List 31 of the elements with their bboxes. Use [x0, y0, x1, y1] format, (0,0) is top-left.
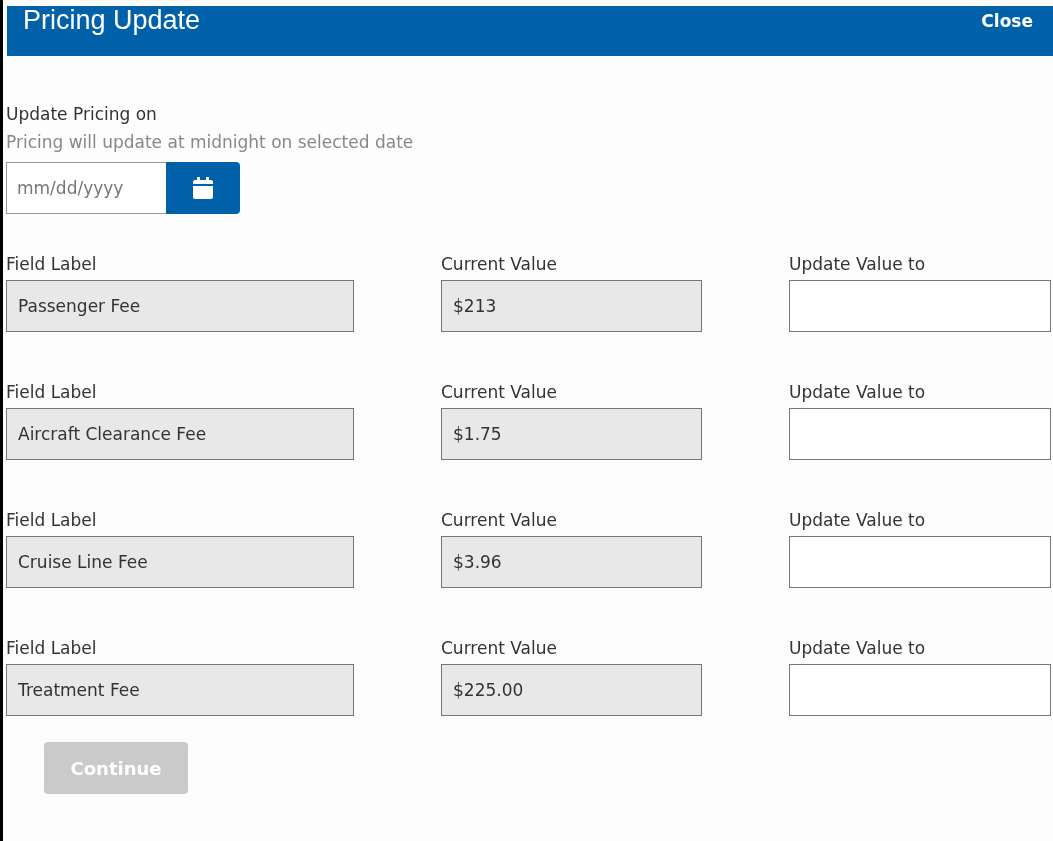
field-label-field: Treatment Fee — [6, 664, 354, 716]
calendar-icon — [193, 177, 213, 199]
field-label: Update Pricing on — [6, 103, 158, 126]
update-value-field[interactable] — [789, 280, 1051, 332]
column-label: Current Value — [441, 509, 558, 532]
current-value-field: $213 — [441, 280, 702, 332]
update-value-field[interactable] — [789, 408, 1051, 460]
hint-text: Pricing will update at midnight on selected date — [6, 131, 415, 154]
dialog-title: Pricing Update — [23, 6, 201, 34]
close-button[interactable]: Close — [981, 11, 1033, 31]
column-label: Update Value to — [789, 637, 927, 660]
current-value-field: $1.75 — [441, 408, 702, 460]
field-label-field: Aircraft Clearance Fee — [6, 408, 354, 460]
update-value-field[interactable] — [789, 664, 1051, 716]
column-label: Field Label — [6, 253, 98, 276]
column-label: Update Value to — [789, 509, 927, 532]
column-label: Field Label — [6, 637, 98, 660]
column-label: Field Label — [6, 509, 98, 532]
update-value-field[interactable] — [789, 536, 1051, 588]
column-label: Current Value — [441, 253, 558, 276]
column-label: Current Value — [441, 381, 558, 404]
column-label: Field Label — [6, 381, 98, 404]
current-value-field: $3.96 — [441, 536, 702, 588]
column-label: Current Value — [441, 637, 558, 660]
column-label: Update Value to — [789, 381, 927, 404]
current-value-field: $225.00 — [441, 664, 702, 716]
field-label-field: Cruise Line Fee — [6, 536, 354, 588]
date-field[interactable]: mm/dd/yyyy — [6, 162, 166, 214]
column-label: Update Value to — [789, 253, 927, 276]
field-label-field: Passenger Fee — [6, 280, 354, 332]
calendar-button[interactable] — [166, 162, 240, 214]
